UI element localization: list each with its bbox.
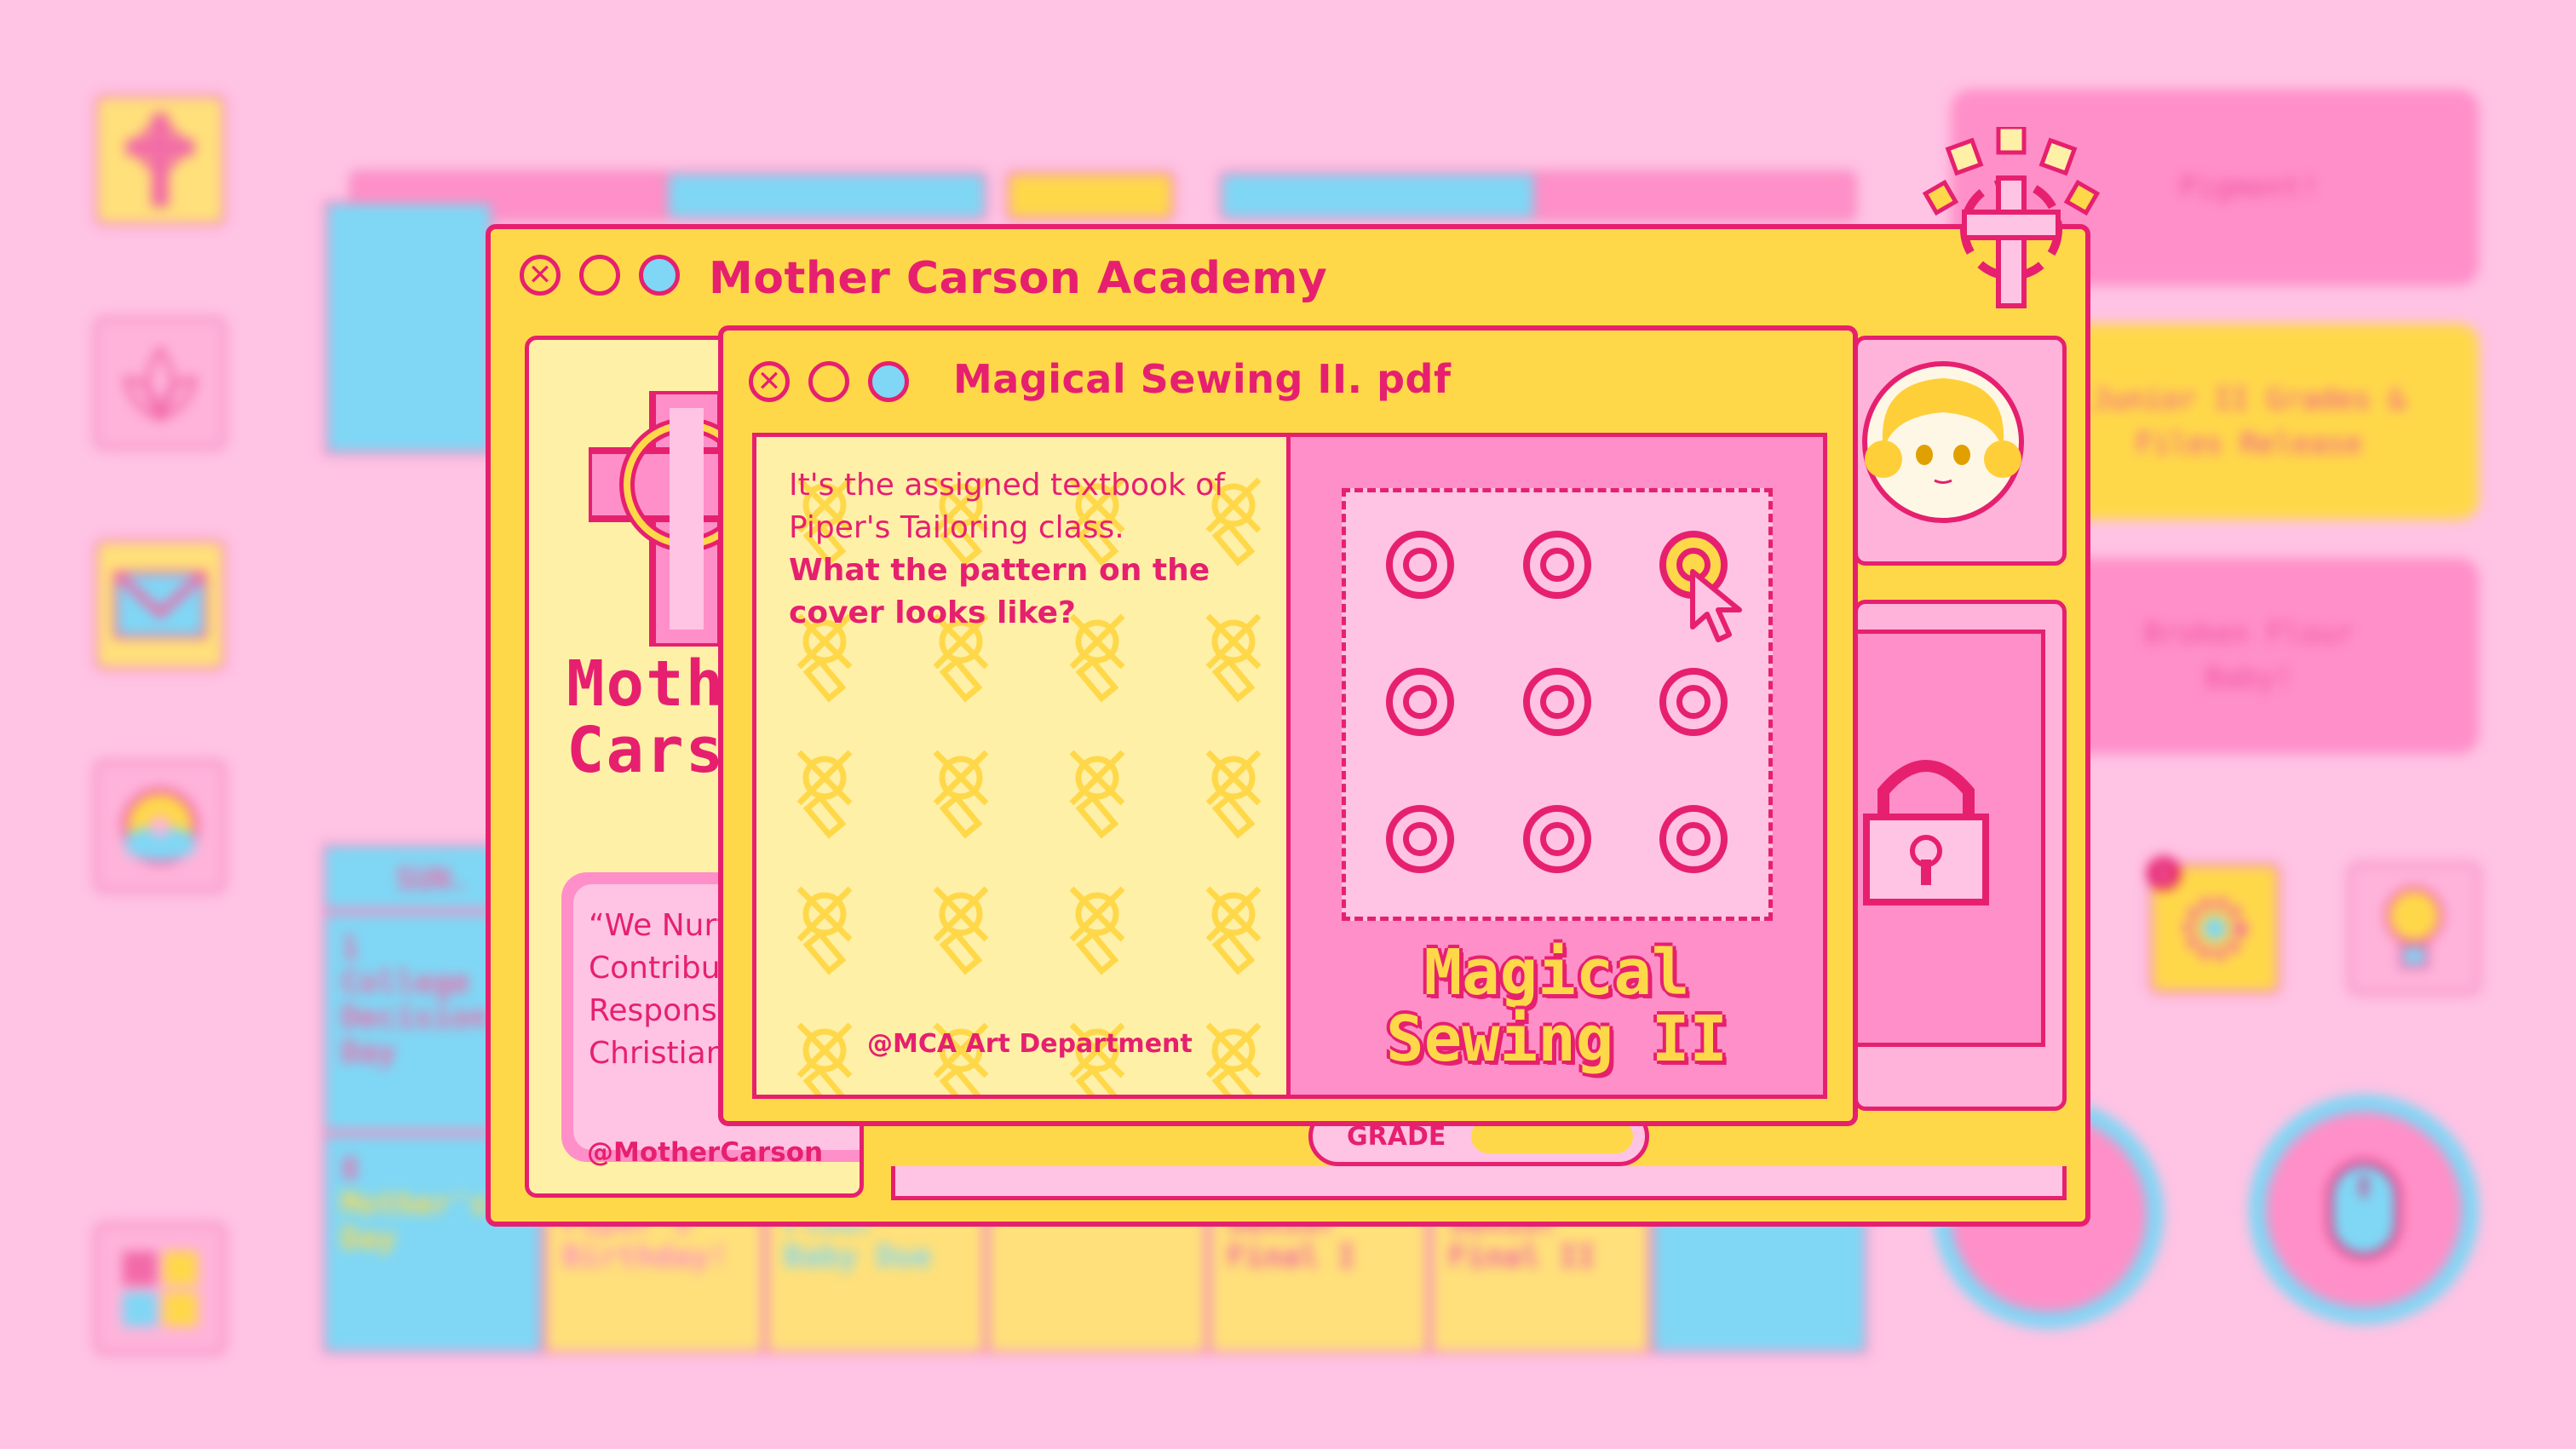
window-controls: ✕ bbox=[749, 361, 909, 402]
ring-pattern-item[interactable] bbox=[1386, 668, 1454, 736]
mouse-icon bbox=[2327, 1160, 2401, 1259]
mouse-dial[interactable] bbox=[2249, 1095, 2479, 1325]
ring-pattern-item[interactable] bbox=[1523, 668, 1591, 736]
ring-pattern-item[interactable] bbox=[1523, 531, 1591, 599]
panel-flour-baby-label: Broken Flour Baby! bbox=[2144, 617, 2354, 695]
padlock-icon bbox=[1863, 760, 1989, 906]
maximize-button[interactable] bbox=[639, 255, 680, 296]
panel-pigment-label: Pigment! bbox=[2179, 170, 2319, 204]
pdf-description-page: It's the assigned textbook of Piper's Ta… bbox=[756, 437, 1291, 1095]
ring-pattern-item[interactable] bbox=[1659, 805, 1728, 873]
mail-icon bbox=[113, 571, 207, 639]
ring-pattern-item[interactable] bbox=[1386, 805, 1454, 873]
desktop-icon-apps[interactable] bbox=[94, 1222, 227, 1355]
close-button[interactable]: ✕ bbox=[749, 361, 790, 402]
minimize-button[interactable] bbox=[579, 255, 620, 296]
pdf-description-question: What the pattern on the cover looks like… bbox=[789, 553, 1210, 630]
desktop-icon-disc[interactable] bbox=[94, 760, 227, 893]
gear-icon bbox=[2183, 897, 2246, 960]
pdf-description-intro: It's the assigned textbook of Piper's Ta… bbox=[789, 468, 1225, 545]
ring-pattern-item[interactable] bbox=[1659, 668, 1728, 736]
desktop-icon-mail[interactable] bbox=[94, 538, 227, 671]
disc-icon bbox=[121, 787, 199, 865]
arrow-cursor-icon bbox=[1690, 569, 1742, 642]
pdf-title: Magical Sewing II. pdf bbox=[953, 356, 1452, 402]
panel-grades-label: Junior II Grades & Files Release bbox=[2091, 382, 2406, 461]
cover-title-line1: Magical bbox=[1423, 936, 1690, 1009]
avatar-card bbox=[1854, 336, 2067, 566]
close-button[interactable]: ✕ bbox=[520, 255, 561, 296]
cover-title-line2: Sewing II bbox=[1386, 1003, 1728, 1076]
window-controls: ✕ bbox=[520, 255, 680, 296]
close-x-icon: ✕ bbox=[756, 365, 782, 399]
apps-grid-icon bbox=[123, 1251, 198, 1326]
pdf-window[interactable]: ✕ Magical Sewing II. pdf It's the assign… bbox=[718, 325, 1858, 1126]
cross-ornament-icon bbox=[1922, 127, 2101, 308]
social-handle[interactable]: @MotherCarson bbox=[587, 1137, 823, 1168]
bottom-strip bbox=[891, 1166, 2067, 1200]
window-title: Mother Carson Academy bbox=[709, 253, 1328, 304]
leaf-icon bbox=[123, 344, 198, 423]
cross-icon bbox=[126, 113, 194, 207]
lightbulb-icon bbox=[2384, 886, 2444, 969]
locked-item-card[interactable] bbox=[1854, 600, 2067, 1111]
ring-pattern-item[interactable] bbox=[1386, 531, 1454, 599]
minimize-button[interactable] bbox=[808, 361, 849, 402]
pdf-cover-page: Magical Sewing II bbox=[1291, 437, 1823, 1095]
maximize-button[interactable] bbox=[868, 361, 909, 402]
pdf-credit: @MCA Art Department bbox=[867, 1029, 1193, 1059]
lightbulb-button[interactable] bbox=[2348, 862, 2481, 995]
avatar[interactable] bbox=[1858, 357, 2028, 527]
close-x-icon: ✕ bbox=[527, 258, 553, 292]
pdf-content: It's the assigned textbook of Piper's Ta… bbox=[752, 433, 1827, 1099]
ring-pattern-grid bbox=[1342, 488, 1773, 921]
pdf-description: It's the assigned textbook of Piper's Ta… bbox=[789, 464, 1266, 635]
ring-pattern-item[interactable] bbox=[1523, 805, 1591, 873]
desktop-icon-cross[interactable] bbox=[94, 94, 227, 227]
desktop-icon-leaf[interactable] bbox=[94, 317, 227, 450]
notification-badge: 1 bbox=[2147, 856, 2181, 890]
